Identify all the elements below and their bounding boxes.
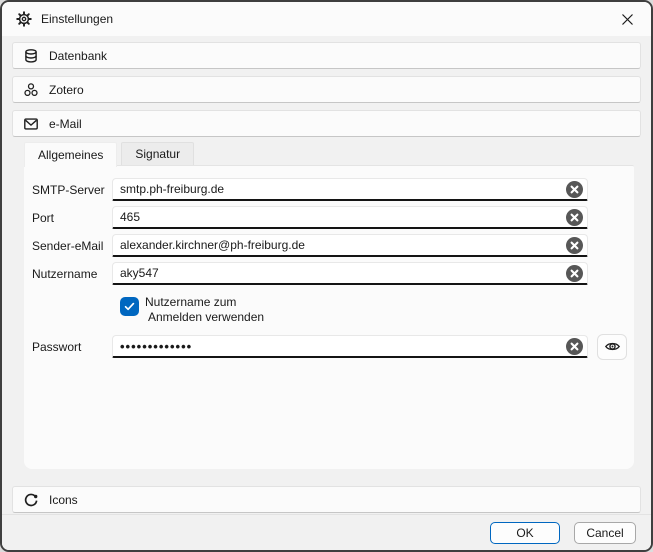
sender-label: Sender-eMail: [32, 239, 112, 253]
port-label: Port: [32, 211, 112, 225]
port-row: Port: [32, 206, 634, 229]
dialog-title: Einstellungen: [41, 12, 113, 26]
ok-button[interactable]: OK: [490, 522, 560, 544]
section-email[interactable]: e-Mail: [12, 110, 641, 137]
clear-circle-icon[interactable]: [566, 338, 583, 355]
port-textbox: [112, 206, 588, 229]
titlebar: Einstellungen: [2, 2, 651, 36]
login-checkbox-label-line1: Nutzername zum: [145, 295, 264, 310]
database-icon: [22, 47, 39, 64]
smtp-textbox: [112, 178, 588, 201]
clear-circle-icon[interactable]: [566, 237, 583, 254]
nutzername-label: Nutzername: [32, 267, 112, 281]
sender-input[interactable]: [120, 235, 566, 255]
clear-circle-icon[interactable]: [566, 209, 583, 226]
sender-textbox: [112, 234, 588, 257]
refresh-icon: [22, 491, 39, 508]
passwort-row: Passwort: [32, 335, 634, 358]
footer-bar: OK Cancel: [2, 514, 651, 550]
cancel-button[interactable]: Cancel: [574, 522, 636, 544]
nutzername-input[interactable]: [120, 263, 566, 283]
smtp-input[interactable]: [120, 179, 566, 199]
close-icon: [619, 11, 636, 28]
reveal-password-button[interactable]: [597, 334, 627, 360]
email-tab-bar: Allgemeines Signatur: [24, 142, 198, 167]
login-checkbox-label[interactable]: Nutzername zum Anmelden verwenden: [145, 295, 264, 325]
login-checkbox-label-line2: Anmelden verwenden: [145, 310, 264, 325]
eye-icon: [604, 338, 621, 355]
login-checkbox-row: Nutzername zum Anmelden verwenden: [120, 295, 634, 327]
clear-circle-icon[interactable]: [566, 181, 583, 198]
smtp-row: SMTP-Server: [32, 178, 634, 201]
section-label-zotero: Zotero: [49, 83, 84, 97]
section-datenbank[interactable]: Datenbank: [12, 42, 641, 69]
passwort-label: Passwort: [32, 340, 112, 354]
passwort-textbox: [112, 335, 588, 358]
tab-signatur[interactable]: Signatur: [121, 142, 194, 165]
login-checkbox[interactable]: [120, 297, 139, 316]
nutzername-row: Nutzername: [32, 262, 634, 285]
checkmark-icon: [121, 298, 138, 315]
section-label-email: e-Mail: [49, 117, 82, 131]
section-label-datenbank: Datenbank: [49, 49, 107, 63]
section-label-icons: Icons: [49, 493, 78, 507]
passwort-input[interactable]: [120, 336, 566, 356]
nutzername-textbox: [112, 262, 588, 285]
clear-circle-icon[interactable]: [566, 265, 583, 282]
port-input[interactable]: [120, 207, 566, 227]
email-settings-panel: SMTP-Server Port Sender-eMail: [24, 165, 634, 469]
tab-allgemeines[interactable]: Allgemeines: [24, 142, 117, 167]
settings-dialog: Einstellungen Datenbank: [0, 0, 653, 552]
envelope-icon: [22, 115, 39, 132]
gear-icon: [15, 11, 32, 28]
zotero-knot-icon: [22, 81, 39, 98]
section-icons[interactable]: Icons: [12, 486, 641, 513]
sender-row: Sender-eMail: [32, 234, 634, 257]
section-zotero[interactable]: Zotero: [12, 76, 641, 103]
close-button[interactable]: [613, 7, 641, 31]
smtp-label: SMTP-Server: [32, 183, 112, 197]
